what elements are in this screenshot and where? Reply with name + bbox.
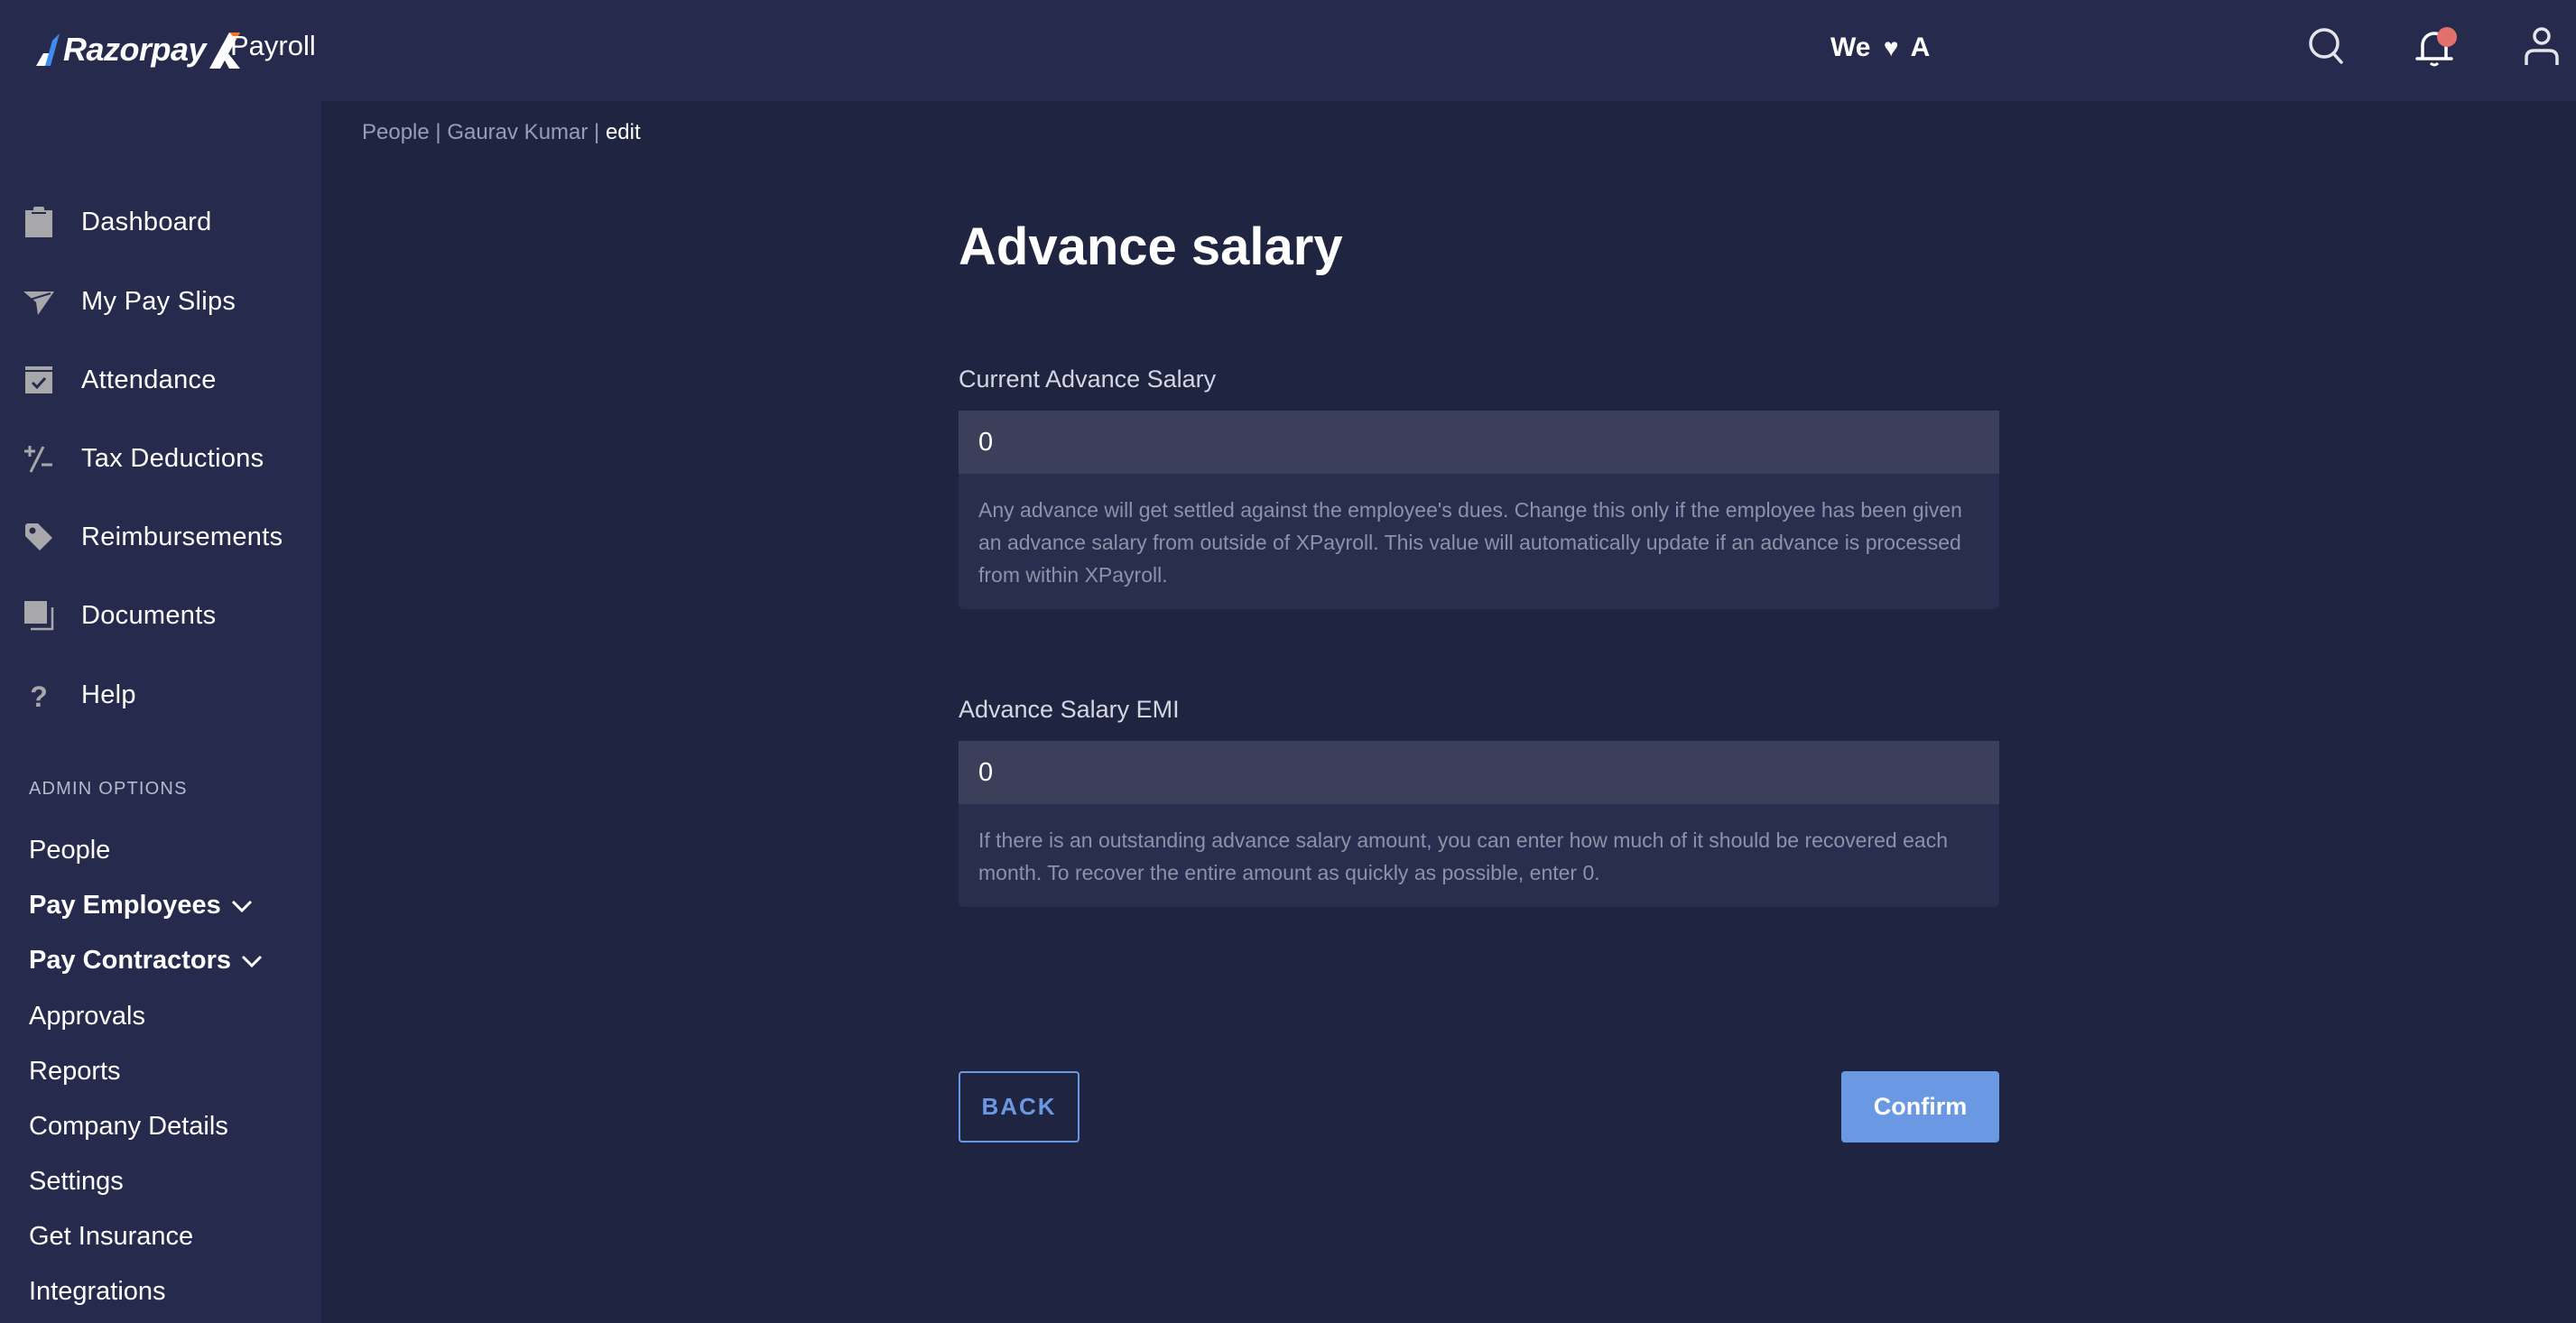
admin-item-label: Approvals (29, 1002, 145, 1031)
admin-item-company-details[interactable]: Company Details (29, 1112, 228, 1142)
admin-item-label: Reports (29, 1057, 121, 1086)
admin-item-label: Pay Employees (29, 891, 221, 920)
tagline-a: A (1910, 32, 1931, 62)
sidebar-item-documents[interactable]: Documents (0, 588, 321, 643)
sidebar-item-label: Reimbursements (81, 522, 283, 551)
heart-icon: ♥ (1883, 33, 1899, 61)
admin-item-reports[interactable]: Reports (29, 1057, 121, 1087)
search-icon (2309, 28, 2343, 64)
admin-item-label: Company Details (29, 1112, 228, 1141)
notifications-button[interactable] (2412, 23, 2457, 69)
sidebar-item-reimbursements[interactable]: Reimbursements (0, 510, 321, 564)
admin-item-settings[interactable]: Settings (29, 1167, 124, 1197)
top-header: Razorpay Payroll We ♥ A (0, 0, 2576, 101)
admin-item-approvals[interactable]: Approvals (29, 1002, 145, 1032)
search-button[interactable] (2304, 23, 2349, 69)
notification-badge (2437, 27, 2457, 47)
confirm-button[interactable]: Confirm (1841, 1071, 1999, 1143)
sidebar-item-label: Help (81, 680, 136, 709)
razorpay-mark-icon (36, 33, 60, 66)
admin-item-get-insurance[interactable]: Get Insurance (29, 1222, 193, 1252)
sidebar-item-label: Dashboard (81, 207, 212, 236)
clipboard-icon (23, 207, 54, 237)
sidebar-item-label: Documents (81, 600, 217, 630)
admin-item-label: Pay Contractors (29, 946, 232, 975)
sidebar-item-tax-deductions[interactable]: Tax Deductions (0, 431, 321, 486)
plus-minus-icon (23, 443, 54, 474)
breadcrumb: People | Gaurav Kumar | edit (362, 120, 641, 145)
advance-salary-emi-help: If there is an outstanding advance salar… (959, 804, 1999, 907)
profile-button[interactable] (2519, 23, 2564, 69)
sidebar-item-my-pay-slips[interactable]: My Pay Slips (0, 274, 321, 328)
admin-options-heading: ADMIN OPTIONS (29, 779, 188, 799)
sidebar-item-label: Tax Deductions (81, 443, 264, 473)
user-icon (2525, 27, 2559, 65)
admin-item-pay-employees[interactable]: Pay Employees (29, 891, 254, 921)
sidebar: Dashboard My Pay Slips Attendance Tax De… (0, 101, 321, 1323)
current-advance-salary-help: Any advance will get settled against the… (959, 474, 1999, 609)
page-title: Advance salary (959, 217, 1343, 276)
breadcrumb-separator: | (588, 120, 606, 144)
admin-item-label: Settings (29, 1167, 124, 1196)
breadcrumb-people[interactable]: People (362, 120, 430, 144)
sidebar-item-dashboard[interactable]: Dashboard (0, 195, 321, 249)
razorpayx-logo[interactable]: Razorpay (36, 27, 242, 72)
paper-plane-icon (23, 286, 54, 317)
admin-item-people[interactable]: People (29, 836, 110, 865)
back-button[interactable]: BACK (959, 1071, 1080, 1143)
documents-icon (23, 600, 54, 631)
tagline: We ♥ A (1830, 32, 1930, 63)
sidebar-item-help[interactable]: ? Help (0, 668, 321, 722)
sidebar-item-label: Attendance (81, 365, 217, 394)
calendar-check-icon (23, 365, 54, 395)
breadcrumb-employee[interactable]: Gaurav Kumar (447, 120, 588, 144)
sidebar-item-attendance[interactable]: Attendance (0, 353, 321, 407)
admin-item-label: Get Insurance (29, 1222, 194, 1251)
svg-text:?: ? (30, 680, 48, 710)
current-advance-salary-input[interactable] (959, 411, 1999, 474)
advance-salary-emi-input[interactable] (959, 741, 1999, 804)
current-advance-salary-label: Current Advance Salary (959, 365, 1217, 393)
breadcrumb-current: edit (605, 120, 641, 144)
admin-item-label: Integrations (29, 1277, 166, 1306)
product-name: Payroll (230, 30, 316, 61)
chevron-down-icon (231, 900, 252, 912)
admin-item-label: People (29, 836, 111, 865)
brand-name: Razorpay (63, 31, 207, 68)
tag-icon (23, 522, 54, 552)
question-icon: ? (23, 680, 54, 710)
chevron-down-icon (241, 955, 263, 967)
admin-item-integrations[interactable]: Integrations (29, 1277, 166, 1307)
breadcrumb-separator: | (429, 120, 448, 144)
advance-salary-emi-label: Advance Salary EMI (959, 696, 1180, 723)
tagline-we: We (1830, 32, 1871, 62)
sidebar-item-label: My Pay Slips (81, 286, 236, 316)
admin-item-pay-contractors[interactable]: Pay Contractors (29, 946, 264, 976)
